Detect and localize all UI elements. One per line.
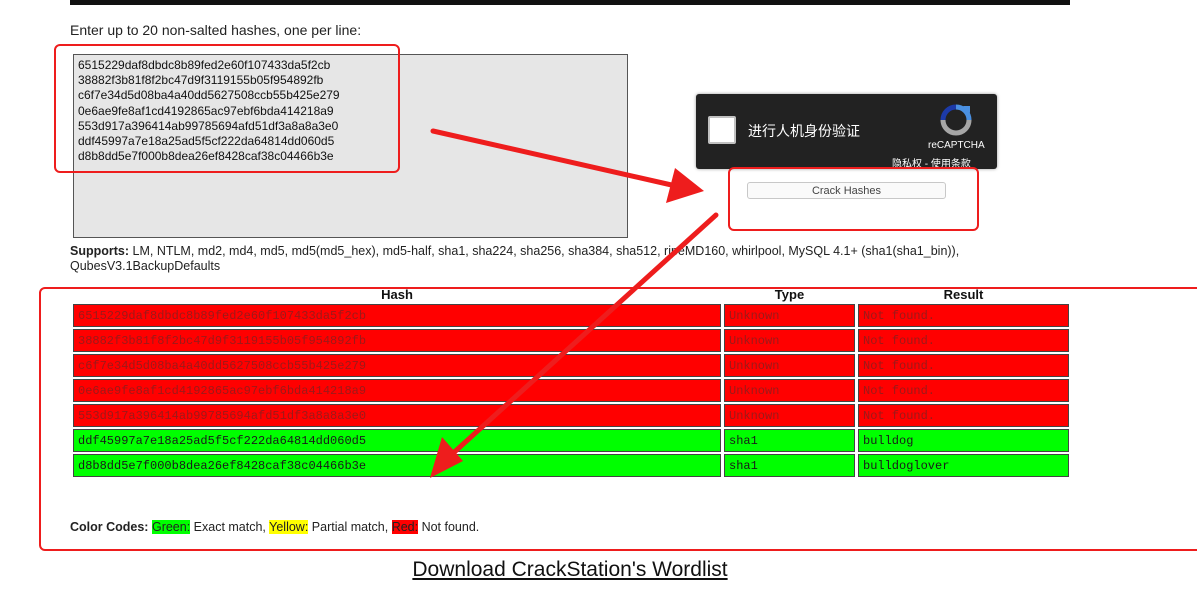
result-cell: Not found. bbox=[858, 354, 1069, 377]
arrow-to-button-head bbox=[666, 168, 704, 203]
result-cell: bulldoglover bbox=[858, 454, 1069, 477]
download-wordlist-link[interactable]: Download CrackStation's Wordlist bbox=[0, 558, 1140, 582]
supported-hash-types: Supports: LM, NTLM, md2, md4, md5, md5(m… bbox=[70, 244, 1070, 274]
recaptcha-widget: 进行人机身份验证 reCAPTCHA 隐私权 - 使用条款 bbox=[696, 94, 997, 169]
table-row: d8b8dd5e7f000b8dea26ef8428caf38c04466b3e… bbox=[73, 454, 1069, 477]
top-bar bbox=[70, 0, 1070, 5]
table-row: 38882f3b81f8f2bc47d9f3119155b05f954892fb… bbox=[73, 329, 1069, 352]
type-column-header: Type bbox=[774, 287, 805, 302]
recaptcha-links: 隐私权 - 使用条款 bbox=[892, 155, 971, 169]
legend-red-desc: Not found. bbox=[418, 520, 480, 534]
hash-column-header: Hash bbox=[381, 287, 413, 302]
table-row: 553d917a396414ab99785694afd51df3a8a8a3e0… bbox=[73, 404, 1069, 427]
links-separator: - bbox=[922, 159, 931, 169]
hash-cell: 38882f3b81f8f2bc47d9f3119155b05f954892fb bbox=[73, 329, 721, 352]
hash-cell: 0e6ae9fe8af1cd4192865ac97ebf6bda414218a9 bbox=[73, 379, 721, 402]
type-cell: Unknown bbox=[724, 329, 855, 352]
recaptcha-label: 进行人机身份验证 bbox=[748, 123, 860, 139]
legend-green-desc: Exact match, bbox=[190, 520, 270, 534]
annotation-box-button bbox=[728, 167, 979, 231]
instructions-text: Enter up to 20 non-salted hashes, one pe… bbox=[70, 22, 362, 38]
type-cell: sha1 bbox=[724, 429, 855, 452]
results-table: Hash Type Result 6515229daf8dbdc8b89fed2… bbox=[70, 286, 1072, 479]
result-cell: Not found. bbox=[858, 329, 1069, 352]
hash-input[interactable]: 6515229daf8dbdc8b89fed2e60f107433da5f2cb… bbox=[73, 54, 628, 238]
type-cell: Unknown bbox=[724, 304, 855, 327]
table-row: 0e6ae9fe8af1cd4192865ac97ebf6bda414218a9… bbox=[73, 379, 1069, 402]
result-cell: Not found. bbox=[858, 379, 1069, 402]
legend-yellow-desc: Partial match, bbox=[308, 520, 392, 534]
terms-link[interactable]: 使用条款 bbox=[931, 159, 971, 169]
hash-cell: ddf45997a7e18a25ad5f5cf222da64814dd060d5 bbox=[73, 429, 721, 452]
legend-green-swatch: Green: bbox=[151, 520, 191, 534]
type-cell: Unknown bbox=[724, 354, 855, 377]
hash-cell: 6515229daf8dbdc8b89fed2e60f107433da5f2cb bbox=[73, 304, 721, 327]
recaptcha-checkbox[interactable] bbox=[708, 116, 736, 144]
result-column-header: Result bbox=[943, 287, 984, 302]
legend-label: Color Codes: bbox=[70, 520, 149, 534]
result-cell: Not found. bbox=[858, 404, 1069, 427]
legend-yellow-swatch: Yellow: bbox=[269, 520, 309, 534]
recaptcha-brand: reCAPTCHA bbox=[928, 140, 985, 151]
table-row: c6f7e34d5d08ba4a40dd5627508ccb55b425e279… bbox=[73, 354, 1069, 377]
supports-label: Supports: bbox=[70, 244, 130, 258]
crack-hashes-button[interactable]: Crack Hashes bbox=[747, 182, 946, 199]
type-cell: Unknown bbox=[724, 404, 855, 427]
results-header-row: Hash Type Result bbox=[73, 288, 1069, 302]
type-cell: sha1 bbox=[724, 454, 855, 477]
privacy-link[interactable]: 隐私权 bbox=[892, 159, 922, 169]
hash-cell: d8b8dd5e7f000b8dea26ef8428caf38c04466b3e bbox=[73, 454, 721, 477]
color-codes-legend: Color Codes: Green: Exact match, Yellow:… bbox=[70, 520, 479, 534]
result-cell: bulldog bbox=[858, 429, 1069, 452]
type-cell: Unknown bbox=[724, 379, 855, 402]
table-row: ddf45997a7e18a25ad5f5cf222da64814dd060d5… bbox=[73, 429, 1069, 452]
supports-list: LM, NTLM, md2, md4, md5, md5(md5_hex), m… bbox=[70, 244, 960, 273]
result-cell: Not found. bbox=[858, 304, 1069, 327]
recaptcha-logo-icon bbox=[940, 104, 972, 136]
table-row: 6515229daf8dbdc8b89fed2e60f107433da5f2cb… bbox=[73, 304, 1069, 327]
hash-cell: 553d917a396414ab99785694afd51df3a8a8a3e0 bbox=[73, 404, 721, 427]
legend-red-swatch: Red: bbox=[391, 520, 419, 534]
hash-cell: c6f7e34d5d08ba4a40dd5627508ccb55b425e279 bbox=[73, 354, 721, 377]
